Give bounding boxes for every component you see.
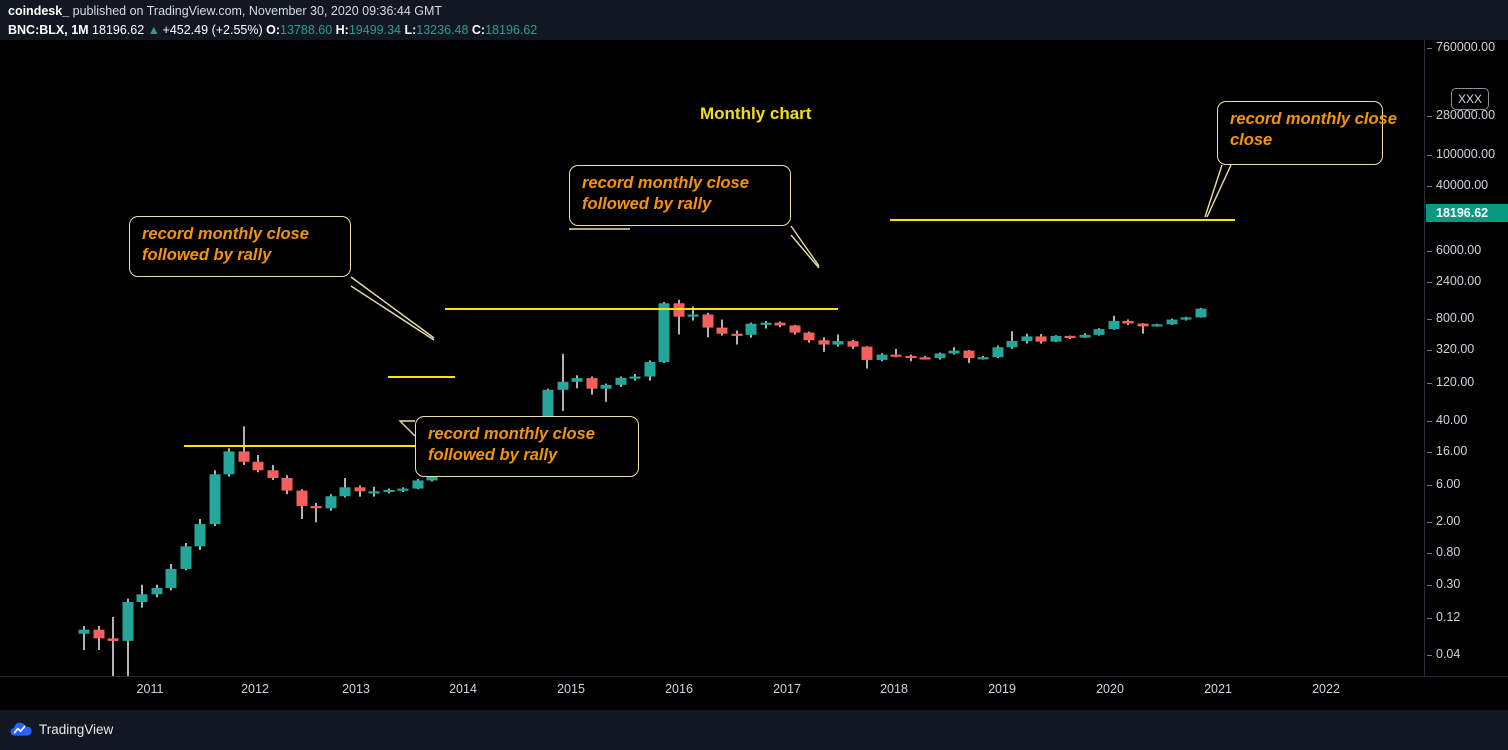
tick-dash	[1427, 618, 1432, 619]
tick-dash	[1427, 251, 1432, 252]
tick-dash	[1427, 585, 1432, 586]
callout-line: followed by rally	[582, 194, 712, 213]
callout-2013[interactable]: record monthly close followed by rally	[415, 416, 639, 477]
time-tick-label: 2020	[1096, 682, 1124, 696]
callout-line: followed by rally	[142, 245, 272, 264]
tick-dash	[1427, 452, 1432, 453]
close-label: C:	[471, 23, 486, 37]
price-tick-label: 100000.00	[1436, 147, 1496, 161]
price-tick-label: 2400.00	[1436, 274, 1482, 288]
tick-dash	[1427, 155, 1432, 156]
symbol-label[interactable]: BNC:BLX, 1M	[8, 23, 89, 37]
change-absolute: +452.49	[162, 23, 209, 37]
price-tick-label: 120.00	[1436, 375, 1475, 389]
price-tick-label: 16.00	[1436, 444, 1468, 458]
callout-2017[interactable]: record monthly close followed by rally	[569, 165, 791, 226]
time-tick-label: 2011	[136, 682, 164, 696]
callout-line: followed by rally	[428, 445, 558, 464]
callout-tail	[790, 234, 820, 269]
time-tick-label: 2018	[880, 682, 908, 696]
callout-tails-layer	[350, 164, 1232, 437]
callout-tail	[350, 285, 435, 341]
author-name: coindesk_	[8, 4, 70, 18]
low-label: L:	[404, 23, 417, 37]
price-tick-label: 760000.00	[1436, 40, 1496, 54]
published-text: published on TradingView.com, November 3…	[69, 4, 443, 18]
low-value: 13236.48	[416, 23, 469, 37]
time-tick-label: 2014	[449, 682, 477, 696]
open-value: 13788.60	[280, 23, 333, 37]
chart-annotation-title: Monthly chart	[700, 104, 812, 123]
time-axis[interactable]: 2011 2012 2013 2014 2015 2016 2017 2018 2019 2020…	[0, 676, 1508, 711]
chart-plot-area[interactable]: record monthly close followed by rally rec…	[0, 40, 1424, 676]
tradingview-brand-label: TradingView	[39, 721, 114, 737]
tick-dash	[1427, 116, 1432, 117]
tick-dash	[1427, 383, 1432, 384]
time-tick-label: 2015	[557, 682, 585, 696]
price-axis-badge[interactable]: XXX	[1451, 88, 1489, 110]
tick-dash	[1427, 485, 1432, 486]
price-axis[interactable]: 760000.00 280000.00 100000.00 40000.00 6000.…	[1424, 40, 1508, 707]
price-tick-label: 0.30	[1436, 577, 1461, 591]
price-tick-label: 800.00	[1436, 311, 1475, 325]
callout-line: record monthly close	[142, 225, 309, 243]
price-tick-label: 0.04	[1436, 647, 1461, 661]
callout-line: close	[1230, 130, 1273, 149]
chart-header: coindesk_ published on TradingView.com, …	[0, 0, 1508, 40]
callout-line: record monthly close	[582, 174, 749, 192]
open-label: O:	[266, 23, 281, 37]
tradingview-brand[interactable]: TradingView	[10, 721, 113, 737]
tick-dash	[1427, 282, 1432, 283]
time-tick-label: 2022	[1312, 682, 1340, 696]
close-value: 18196.62	[485, 23, 538, 37]
tradingview-logo-icon	[10, 722, 32, 736]
tradingview-chart-screenshot: coindesk_ published on TradingView.com, …	[0, 0, 1508, 750]
chart-footer: TradingView	[0, 710, 1508, 750]
callout-2011[interactable]: record monthly close followed by rally	[129, 216, 351, 277]
publication-line: coindesk_ published on TradingView.com, …	[8, 4, 442, 18]
price-tick-label: 40000.00	[1436, 178, 1489, 192]
time-tick-label: 2013	[342, 682, 370, 696]
time-tick-label: 2019	[988, 682, 1016, 696]
high-label: H:	[335, 23, 349, 37]
high-value: 19499.34	[348, 23, 401, 37]
price-tick-label: 2.00	[1436, 514, 1461, 528]
callout-2020[interactable]: record monthly close close	[1217, 101, 1397, 165]
time-tick-label: 2017	[773, 682, 801, 696]
price-tick-label: 0.80	[1436, 545, 1461, 559]
tick-dash	[1427, 186, 1432, 187]
callout-line: record monthly close	[428, 425, 595, 443]
price-tick-label: 0.12	[1436, 610, 1461, 624]
tick-dash	[1427, 553, 1432, 554]
time-tick-label: 2016	[665, 682, 693, 696]
callout-tail	[398, 420, 416, 437]
triangle-up-icon: ▲	[147, 23, 160, 37]
callout-line: record monthly close	[1230, 110, 1397, 128]
callout-tail	[790, 225, 820, 267]
price-tick-label: 280000.00	[1436, 108, 1496, 122]
tick-dash	[1427, 319, 1432, 320]
price-tick-label: 320.00	[1436, 342, 1475, 356]
callout-tail	[350, 276, 435, 339]
time-tick-label: 2021	[1204, 682, 1232, 696]
tick-dash	[1427, 421, 1432, 422]
price-tick-label: 40.00	[1436, 413, 1468, 427]
symbol-quote-line: BNC:BLX, 1M 18196.62 ▲ +452.49 (+2.55%) …	[8, 23, 537, 37]
last-price-value: 18196.62	[92, 23, 145, 37]
price-tick-label: 6000.00	[1436, 243, 1482, 257]
tick-dash	[1427, 522, 1432, 523]
price-tick-label: 6.00	[1436, 477, 1461, 491]
tick-dash	[1427, 655, 1432, 656]
tick-dash	[1427, 350, 1432, 351]
current-price-badge: 18196.62	[1426, 204, 1508, 222]
time-tick-label: 2012	[241, 682, 269, 696]
tick-dash	[1427, 48, 1432, 49]
change-percent: (+2.55%)	[211, 23, 263, 37]
